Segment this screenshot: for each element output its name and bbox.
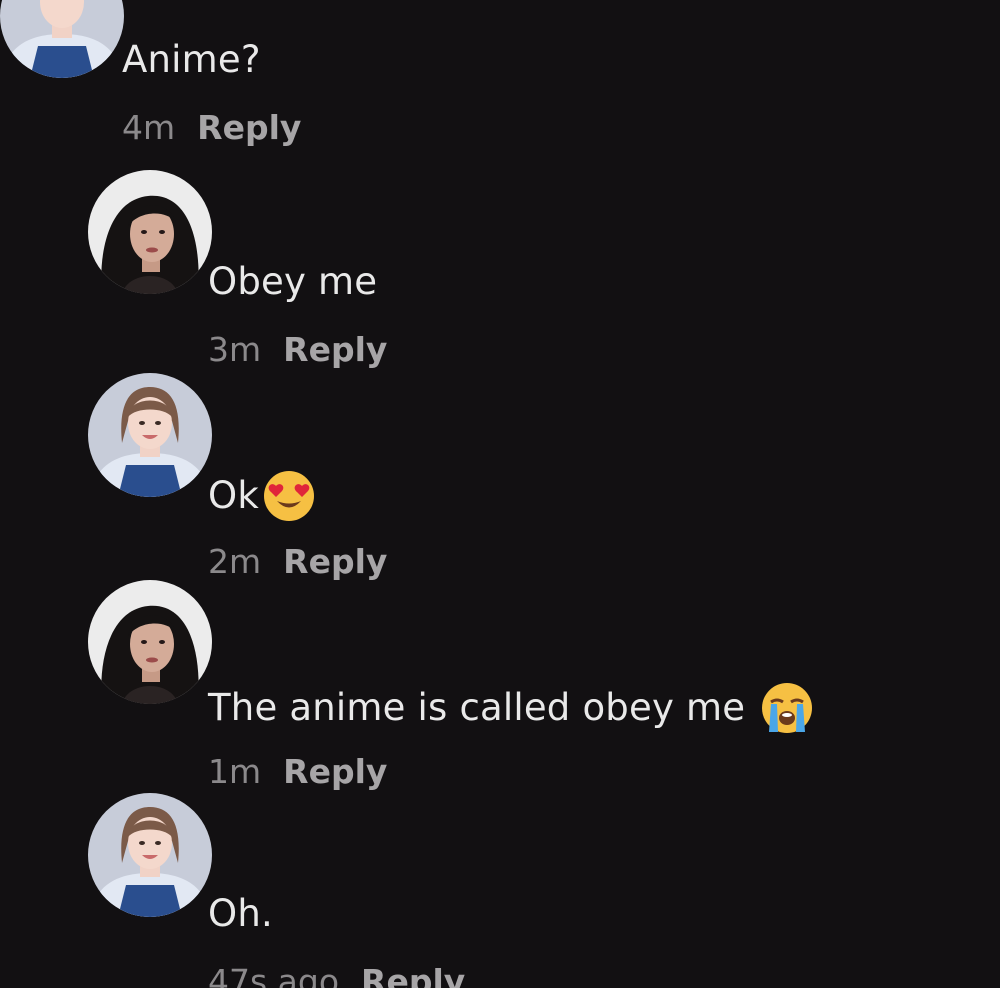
comment-text: Obey me bbox=[208, 260, 377, 304]
comment-text-label: Ok bbox=[208, 474, 259, 517]
commenter-avatar-dark[interactable] bbox=[88, 580, 212, 704]
commenter-avatar-light[interactable] bbox=[0, 0, 124, 78]
commenter-avatar-light[interactable] bbox=[88, 373, 212, 497]
comment-text: Oh. bbox=[208, 892, 273, 936]
comment-text-label: Obey me bbox=[208, 260, 378, 303]
comment-text: Ok bbox=[208, 470, 315, 522]
commenter-avatar-dark[interactable] bbox=[88, 170, 212, 294]
reply-button[interactable]: Reply bbox=[283, 752, 387, 791]
timestamp: 2m bbox=[208, 542, 262, 581]
comment-thread: Anime? 4m Reply Obey me 3m Reply Ok 2m R… bbox=[0, 0, 1000, 988]
comment-meta: 1m Reply bbox=[208, 752, 387, 792]
crying-emoji-icon bbox=[761, 682, 813, 734]
commenter-avatar-light[interactable] bbox=[88, 793, 212, 917]
comment-meta: 4m Reply bbox=[122, 108, 301, 148]
reply-button[interactable]: Reply bbox=[283, 330, 387, 369]
comment-meta: 2m Reply bbox=[208, 542, 387, 582]
timestamp: 4m bbox=[122, 108, 176, 147]
comment-meta: 3m Reply bbox=[208, 330, 387, 370]
timestamp: 3m bbox=[208, 330, 262, 369]
reply-button[interactable]: Reply bbox=[283, 542, 387, 581]
comment-text: The anime is called obey me bbox=[208, 682, 813, 734]
heart-eyes-emoji-icon bbox=[263, 470, 315, 522]
comment-text: Anime? bbox=[122, 38, 261, 82]
comment-meta: 47s ago Reply bbox=[208, 962, 465, 988]
reply-button[interactable]: Reply bbox=[361, 962, 465, 988]
comment-text-label: Anime? bbox=[122, 38, 261, 81]
comment-text-label: The anime is called obey me bbox=[208, 686, 746, 729]
timestamp: 47s ago bbox=[208, 962, 340, 988]
timestamp: 1m bbox=[208, 752, 262, 791]
comment-text-label: Oh. bbox=[208, 892, 273, 935]
reply-button[interactable]: Reply bbox=[197, 108, 301, 147]
